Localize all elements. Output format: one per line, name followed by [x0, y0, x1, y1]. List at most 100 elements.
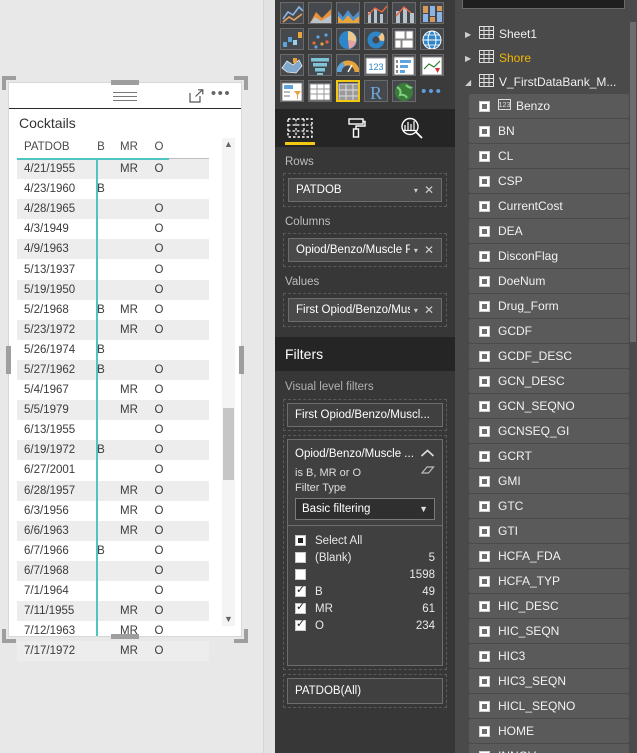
field-checkbox[interactable]	[479, 350, 490, 362]
filter-value-item[interactable]: B 49	[295, 583, 435, 600]
field-item[interactable]: DEA	[469, 219, 629, 243]
drag-grip-icon[interactable]	[113, 92, 137, 101]
field-item[interactable]: BN	[469, 119, 629, 143]
field-checkbox[interactable]	[479, 125, 490, 137]
field-item[interactable]: HICL_SEQNO	[469, 694, 629, 718]
fields-table-node[interactable]: ◢ V_FirstDataBank_M...	[455, 70, 637, 94]
focus-mode-icon[interactable]	[189, 89, 204, 103]
field-item[interactable]: CurrentCost	[469, 194, 629, 218]
column-header[interactable]: O	[145, 141, 173, 153]
table-row[interactable]: 5/4/1967 MR O	[17, 380, 209, 400]
table-row[interactable]: 4/21/1955 MR O	[17, 159, 209, 180]
ribbon-chart-icon[interactable]	[420, 2, 444, 24]
field-item[interactable]: Drug_Form	[469, 294, 629, 318]
field-item[interactable]: HOME	[469, 719, 629, 743]
table-row[interactable]: 4/23/1960 B	[17, 179, 209, 199]
resize-handle-left[interactable]	[6, 345, 11, 374]
field-item[interactable]: GCDF_DESC	[469, 344, 629, 368]
filter-value-item[interactable]: Select All	[295, 532, 435, 549]
table-row[interactable]: 6/19/1972 B O	[17, 440, 209, 461]
table-row[interactable]: 5/27/1962 B O	[17, 359, 209, 381]
category-filter-well[interactable]: Opiod/Benzo/Muscle ... is B, MR or O Fil…	[283, 435, 447, 670]
values-well[interactable]: First Opiod/Benzo/Musc ▾ ✕	[283, 293, 447, 327]
donut-chart-icon[interactable]	[364, 28, 388, 50]
field-checkbox[interactable]	[479, 200, 490, 212]
filter-checkbox[interactable]	[295, 601, 306, 614]
field-checkbox[interactable]	[479, 325, 490, 337]
more-options-icon[interactable]: •••	[210, 86, 232, 104]
columns-field-chip[interactable]: Opiod/Benzo/Muscle Re ▾ ✕	[288, 238, 442, 262]
table-row[interactable]: 5/5/1979 MR O	[17, 400, 209, 421]
table-row[interactable]: 6/13/1955 O	[17, 420, 209, 440]
page-filter-card[interactable]: PATDOB(All)	[287, 678, 443, 704]
chevron-down-icon[interactable]: ▾	[410, 306, 422, 315]
field-item[interactable]: INNOV	[469, 744, 629, 753]
matrix-table[interactable]: PATDOB B MR O 4/21/1955 MR O 4/23/1960 B 4/28/19…	[9, 136, 241, 662]
table-row[interactable]: 7/1/1964 O	[17, 581, 209, 601]
field-checkbox[interactable]	[479, 550, 490, 562]
field-item[interactable]: HIC3	[469, 644, 629, 668]
field-checkbox[interactable]	[479, 400, 490, 412]
table-row[interactable]: 6/3/1956 MR O	[17, 501, 209, 521]
table-row[interactable]: 7/17/1972 MR O	[17, 641, 209, 662]
resize-handle-top[interactable]	[111, 80, 139, 85]
rows-well[interactable]: PATDOB ▾ ✕	[283, 173, 447, 207]
fields-search-input[interactable]	[462, 0, 625, 9]
filter-value-item[interactable]: MR 61	[295, 600, 435, 617]
fields-table-node[interactable]: ▶ Sheet1	[455, 22, 637, 46]
map-icon[interactable]	[420, 28, 444, 50]
field-item[interactable]: DoeNum	[469, 269, 629, 293]
expand-arrow-icon[interactable]: ▶	[465, 54, 479, 63]
column-header[interactable]: MR	[113, 141, 145, 153]
resize-handle-bottom-left[interactable]	[2, 629, 16, 643]
field-checkbox[interactable]	[479, 700, 490, 712]
filter-value-item[interactable]: (Blank) 5	[295, 549, 435, 566]
field-item[interactable]: HIC_DESC	[469, 594, 629, 618]
table-icon[interactable]	[308, 80, 332, 102]
filter-type-dropdown[interactable]: Basic filtering ▼	[295, 498, 435, 520]
field-item[interactable]: HIC_SEQN	[469, 619, 629, 643]
field-checkbox[interactable]	[479, 225, 490, 237]
field-checkbox[interactable]	[479, 150, 490, 162]
field-checkbox[interactable]	[479, 475, 490, 487]
dropdown-caret-icon[interactable]: ▼	[419, 504, 428, 514]
table-row[interactable]: 6/6/1963 MR O	[17, 520, 209, 541]
page-filter-well[interactable]: PATDOB(All)	[283, 674, 447, 708]
field-item[interactable]: GCDF	[469, 319, 629, 343]
field-checkbox[interactable]	[479, 525, 490, 537]
field-item[interactable]: 123 Benzo	[469, 94, 629, 118]
table-row[interactable]: 5/26/1974 B	[17, 340, 209, 360]
field-item[interactable]: GCNSEQ_GI	[469, 419, 629, 443]
fields-tab[interactable]	[281, 111, 319, 145]
scroll-up-arrow-icon[interactable]: ▲	[222, 138, 235, 151]
field-checkbox[interactable]	[479, 175, 490, 187]
field-item[interactable]: GMI	[469, 469, 629, 493]
multi-row-card-icon[interactable]	[392, 54, 416, 76]
field-checkbox[interactable]	[479, 575, 490, 587]
field-checkbox[interactable]	[479, 100, 490, 112]
category-filter-card[interactable]: Opiod/Benzo/Muscle ... is B, MR or O Fil…	[287, 439, 443, 526]
field-checkbox[interactable]	[479, 375, 490, 387]
resize-handle-bottom-right[interactable]	[234, 629, 248, 643]
line-clustered-column-icon[interactable]	[364, 2, 388, 24]
expand-arrow-icon[interactable]: ▶	[465, 30, 479, 39]
eraser-icon[interactable]	[420, 463, 435, 481]
matrix-icon[interactable]	[336, 80, 360, 102]
chevron-down-icon[interactable]: ▾	[410, 246, 422, 255]
field-item[interactable]: GCRT	[469, 444, 629, 468]
field-item[interactable]: HCFA_TYP	[469, 569, 629, 593]
filter-value-list[interactable]: Select All (Blank) 5 1598 B 49 MR 61 O 234	[287, 526, 443, 666]
column-header[interactable]: B	[89, 141, 113, 153]
filter-checkbox[interactable]	[295, 552, 306, 563]
kpi-icon[interactable]	[420, 54, 444, 76]
field-item[interactable]: GCN_SEQNO	[469, 394, 629, 418]
more-visuals-icon[interactable]: •••	[420, 80, 444, 102]
field-item[interactable]: HCFA_FDA	[469, 544, 629, 568]
canvas-scrollbar[interactable]	[263, 0, 275, 753]
resize-handle-top-right[interactable]	[234, 76, 248, 90]
pie-chart-icon[interactable]	[336, 28, 360, 50]
remove-field-icon[interactable]: ✕	[422, 183, 439, 197]
r-script-visual-icon[interactable]: R	[364, 80, 388, 102]
visualizations-pane[interactable]: 123 R ••• Rows PATDOB ▾ ✕ Columns Opiod/…	[275, 0, 455, 753]
table-row[interactable]: 7/11/1955 MR O	[17, 601, 209, 622]
